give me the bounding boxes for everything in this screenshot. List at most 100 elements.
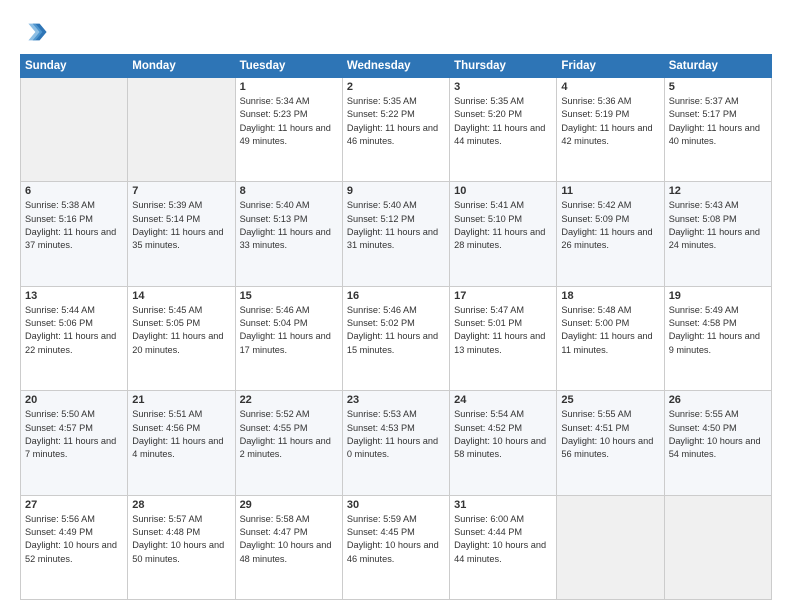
cell-content: Sunrise: 5:48 AMSunset: 5:00 PMDaylight:… xyxy=(561,304,659,357)
day-number: 1 xyxy=(240,81,338,93)
calendar-cell: 17Sunrise: 5:47 AMSunset: 5:01 PMDayligh… xyxy=(450,286,557,390)
cell-content: Sunrise: 6:00 AMSunset: 4:44 PMDaylight:… xyxy=(454,513,552,566)
calendar-cell: 11 Sunrise: 5:42 AMSunset: 5:09 PMDayligh… xyxy=(557,182,664,286)
day-number: 18 xyxy=(561,290,659,302)
cell-content: Sunrise: 5:56 AMSunset: 4:49 PMDaylight:… xyxy=(25,513,123,566)
calendar-row: 6 Sunrise: 5:38 AMSunset: 5:16 PMDaylight… xyxy=(21,182,772,286)
day-number: 27 xyxy=(25,499,123,511)
calendar-cell: 7 Sunrise: 5:39 AMSunset: 5:14 PMDaylight… xyxy=(128,182,235,286)
day-number: 26 xyxy=(669,394,767,406)
calendar-cell: 13 Sunrise: 5:44 AMSunset: 5:06 PMDayligh… xyxy=(21,286,128,390)
weekday-header: Saturday xyxy=(664,55,771,78)
day-number: 6 xyxy=(25,185,123,197)
calendar-table: SundayMondayTuesdayWednesdayThursdayFrid… xyxy=(20,54,772,600)
calendar-cell: 18 Sunrise: 5:48 AMSunset: 5:00 PMDayligh… xyxy=(557,286,664,390)
cell-content: Sunrise: 5:51 AMSunset: 4:56 PMDaylight:… xyxy=(132,408,230,461)
cell-content: Sunrise: 5:50 AMSunset: 4:57 PMDaylight:… xyxy=(25,408,123,461)
calendar-cell: 26 Sunrise: 5:55 AMSunset: 4:50 PMDayligh… xyxy=(664,391,771,495)
calendar-cell: 16 Sunrise: 5:46 AMSunset: 5:02 PMDayligh… xyxy=(342,286,449,390)
cell-content: Sunrise: 5:57 AMSunset: 4:48 PMDaylight:… xyxy=(132,513,230,566)
calendar-cell: 6 Sunrise: 5:38 AMSunset: 5:16 PMDaylight… xyxy=(21,182,128,286)
day-number: 22 xyxy=(240,394,338,406)
header xyxy=(20,18,772,46)
day-number: 28 xyxy=(132,499,230,511)
calendar-cell: 3 Sunrise: 5:35 AMSunset: 5:20 PMDaylight… xyxy=(450,78,557,182)
day-number: 2 xyxy=(347,81,445,93)
day-number: 16 xyxy=(347,290,445,302)
day-number: 9 xyxy=(347,185,445,197)
calendar-cell: 31 Sunrise: 6:00 AMSunset: 4:44 PMDayligh… xyxy=(450,495,557,599)
cell-content: Sunrise: 5:54 AMSunset: 4:52 PMDaylight:… xyxy=(454,408,552,461)
cell-content: Sunrise: 5:35 AMSunset: 5:20 PMDaylight:… xyxy=(454,95,552,148)
cell-content: Sunrise: 5:52 AMSunset: 4:55 PMDaylight:… xyxy=(240,408,338,461)
day-number: 29 xyxy=(240,499,338,511)
cell-content: Sunrise: 5:49 AMSunset: 4:58 PMDaylight:… xyxy=(669,304,767,357)
calendar-cell: 25 Sunrise: 5:55 AMSunset: 4:51 PMDayligh… xyxy=(557,391,664,495)
calendar-cell: 29 Sunrise: 5:58 AMSunset: 4:47 PMDayligh… xyxy=(235,495,342,599)
calendar-cell xyxy=(557,495,664,599)
cell-content: Sunrise: 5:38 AMSunset: 5:16 PMDaylight:… xyxy=(25,199,123,252)
day-number: 23 xyxy=(347,394,445,406)
day-number: 3 xyxy=(454,81,552,93)
day-number: 24 xyxy=(454,394,552,406)
day-number: 10 xyxy=(454,185,552,197)
logo-icon xyxy=(20,18,48,46)
calendar-row: 20 Sunrise: 5:50 AMSunset: 4:57 PMDayligh… xyxy=(21,391,772,495)
calendar-cell xyxy=(128,78,235,182)
day-number: 13 xyxy=(25,290,123,302)
calendar-cell: 4Sunrise: 5:36 AMSunset: 5:19 PMDaylight… xyxy=(557,78,664,182)
weekday-header: Thursday xyxy=(450,55,557,78)
calendar-cell: 1Sunrise: 5:34 AMSunset: 5:23 PMDaylight… xyxy=(235,78,342,182)
cell-content: Sunrise: 5:47 AMSunset: 5:01 PMDaylight:… xyxy=(454,304,552,357)
calendar-row: 1Sunrise: 5:34 AMSunset: 5:23 PMDaylight… xyxy=(21,78,772,182)
cell-content: Sunrise: 5:42 AMSunset: 5:09 PMDaylight:… xyxy=(561,199,659,252)
day-number: 7 xyxy=(132,185,230,197)
cell-content: Sunrise: 5:58 AMSunset: 4:47 PMDaylight:… xyxy=(240,513,338,566)
calendar-cell: 28 Sunrise: 5:57 AMSunset: 4:48 PMDayligh… xyxy=(128,495,235,599)
weekday-header: Monday xyxy=(128,55,235,78)
cell-content: Sunrise: 5:40 AMSunset: 5:12 PMDaylight:… xyxy=(347,199,445,252)
cell-content: Sunrise: 5:46 AMSunset: 5:04 PMDaylight:… xyxy=(240,304,338,357)
cell-content: Sunrise: 5:36 AMSunset: 5:19 PMDaylight:… xyxy=(561,95,659,148)
calendar-cell: 8Sunrise: 5:40 AMSunset: 5:13 PMDaylight… xyxy=(235,182,342,286)
page: SundayMondayTuesdayWednesdayThursdayFrid… xyxy=(0,0,792,612)
calendar-cell: 2 Sunrise: 5:35 AMSunset: 5:22 PMDaylight… xyxy=(342,78,449,182)
cell-content: Sunrise: 5:53 AMSunset: 4:53 PMDaylight:… xyxy=(347,408,445,461)
day-number: 31 xyxy=(454,499,552,511)
cell-content: Sunrise: 5:46 AMSunset: 5:02 PMDaylight:… xyxy=(347,304,445,357)
day-number: 8 xyxy=(240,185,338,197)
cell-content: Sunrise: 5:37 AMSunset: 5:17 PMDaylight:… xyxy=(669,95,767,148)
cell-content: Sunrise: 5:39 AMSunset: 5:14 PMDaylight:… xyxy=(132,199,230,252)
cell-content: Sunrise: 5:43 AMSunset: 5:08 PMDaylight:… xyxy=(669,199,767,252)
calendar-row: 27 Sunrise: 5:56 AMSunset: 4:49 PMDayligh… xyxy=(21,495,772,599)
calendar-cell: 22 Sunrise: 5:52 AMSunset: 4:55 PMDayligh… xyxy=(235,391,342,495)
day-number: 11 xyxy=(561,185,659,197)
weekday-header: Friday xyxy=(557,55,664,78)
day-number: 19 xyxy=(669,290,767,302)
calendar-cell: 24 Sunrise: 5:54 AMSunset: 4:52 PMDayligh… xyxy=(450,391,557,495)
cell-content: Sunrise: 5:55 AMSunset: 4:50 PMDaylight:… xyxy=(669,408,767,461)
day-number: 5 xyxy=(669,81,767,93)
weekday-header-row: SundayMondayTuesdayWednesdayThursdayFrid… xyxy=(21,55,772,78)
cell-content: Sunrise: 5:44 AMSunset: 5:06 PMDaylight:… xyxy=(25,304,123,357)
calendar-cell xyxy=(664,495,771,599)
day-number: 14 xyxy=(132,290,230,302)
calendar-cell: 20 Sunrise: 5:50 AMSunset: 4:57 PMDayligh… xyxy=(21,391,128,495)
calendar-cell: 15 Sunrise: 5:46 AMSunset: 5:04 PMDayligh… xyxy=(235,286,342,390)
day-number: 25 xyxy=(561,394,659,406)
calendar-cell: 27 Sunrise: 5:56 AMSunset: 4:49 PMDayligh… xyxy=(21,495,128,599)
cell-content: Sunrise: 5:55 AMSunset: 4:51 PMDaylight:… xyxy=(561,408,659,461)
calendar-cell: 19 Sunrise: 5:49 AMSunset: 4:58 PMDayligh… xyxy=(664,286,771,390)
calendar-row: 13 Sunrise: 5:44 AMSunset: 5:06 PMDayligh… xyxy=(21,286,772,390)
calendar-cell: 12Sunrise: 5:43 AMSunset: 5:08 PMDayligh… xyxy=(664,182,771,286)
cell-content: Sunrise: 5:35 AMSunset: 5:22 PMDaylight:… xyxy=(347,95,445,148)
cell-content: Sunrise: 5:59 AMSunset: 4:45 PMDaylight:… xyxy=(347,513,445,566)
calendar-cell xyxy=(21,78,128,182)
calendar-cell: 21Sunrise: 5:51 AMSunset: 4:56 PMDayligh… xyxy=(128,391,235,495)
weekday-header: Tuesday xyxy=(235,55,342,78)
calendar-cell: 9 Sunrise: 5:40 AMSunset: 5:12 PMDaylight… xyxy=(342,182,449,286)
cell-content: Sunrise: 5:45 AMSunset: 5:05 PMDaylight:… xyxy=(132,304,230,357)
day-number: 15 xyxy=(240,290,338,302)
cell-content: Sunrise: 5:41 AMSunset: 5:10 PMDaylight:… xyxy=(454,199,552,252)
day-number: 20 xyxy=(25,394,123,406)
